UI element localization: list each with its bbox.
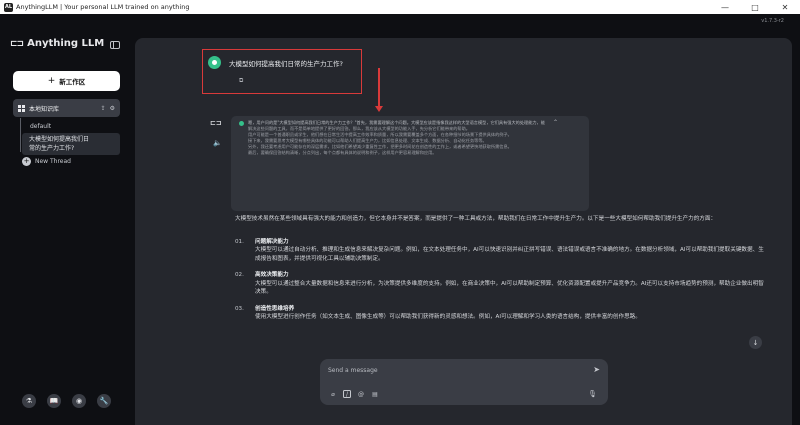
answer-list-item: 02. 高效决策能力 大模型可以通过整合大量数据和信息来进行分析，为决策提供多维… xyxy=(235,271,765,297)
item-text: 大模型可以通过自动分析、推理和生成信息来解决复杂问题。例如，在文本处理任务中，A… xyxy=(255,247,764,262)
window-title: AnythingLLM | Your personal LLM trained … xyxy=(16,3,190,11)
user-message-text: 大模型如何提高我们日常的生产力工作? xyxy=(229,59,343,68)
item-title: 高效决策能力 xyxy=(255,272,289,278)
thread-item-active[interactable]: 大模型如何提高我们日 常的生产力工作? xyxy=(22,133,120,155)
answer-list-item: 03. 创造性思维培养 使用大模型进行创作任务（如文本生成、图像生成等）可以帮助… xyxy=(235,305,765,322)
chat-panel: 大模型如何提高我们日常的生产力工作? ⧉ ⊏⊐ 🔈 嗯，用户问的是"大模型如何提… xyxy=(135,38,792,425)
thinking-status-dot xyxy=(239,121,244,126)
item-number: 02. xyxy=(235,272,244,278)
item-text: 大模型可以通过整合大量数据和信息来进行分析，为决策提供多维度的支持。例如，在商业… xyxy=(255,280,764,296)
new-workspace-button[interactable]: + 新工作区 xyxy=(13,71,120,91)
user-avatar xyxy=(208,56,221,69)
minimize-button[interactable]: — xyxy=(710,0,740,14)
workspace-label: 本地知识库 xyxy=(29,105,60,113)
community-hub-icon[interactable]: ⚗ xyxy=(22,394,36,408)
send-icon[interactable]: ➤ xyxy=(593,365,600,374)
item-text: 使用大模型进行创作任务（如文本生成、图像生成等）可以帮助我们获得新的灵感和想法。… xyxy=(255,314,641,320)
plus-icon: + xyxy=(47,76,56,86)
brand-logo: ⊏⊐ Anything LLM xyxy=(10,38,104,49)
assistant-answer: 大模型技术虽然在某些领域具有强大的能力和创造力，但它本身并不是答案，而是提供了一… xyxy=(235,215,765,330)
chevron-up-icon[interactable]: ⌃ xyxy=(553,120,558,126)
new-thread-label: New Thread xyxy=(35,158,71,165)
scroll-to-bottom-button[interactable]: ↓ xyxy=(749,336,762,349)
thread-item-default[interactable]: default xyxy=(30,123,51,130)
slash-command-icon[interactable]: / xyxy=(343,390,351,398)
sidebar-footer: ⚗ 📖 ◉ 🔧 xyxy=(22,394,111,408)
thinking-panel: 嗯，用户问的是"大模型如何提高我们日常的生产力工作？"首先，我需要理解这个问题。… xyxy=(231,116,589,211)
item-number: 01. xyxy=(235,238,244,245)
gear-icon[interactable]: ⚙ xyxy=(110,105,115,112)
brand-name: Anything LLM xyxy=(27,38,105,49)
new-thread-button[interactable]: + New Thread xyxy=(22,157,71,166)
anythingllm-logo-icon: ⊏⊐ xyxy=(10,38,24,49)
app-logo-icon: AL xyxy=(4,2,13,12)
message-composer: ➤ ⌀ / @ ▤ 🎙 xyxy=(320,359,608,405)
maximize-button[interactable]: □ xyxy=(740,0,770,14)
copy-icon[interactable]: ⧉ xyxy=(239,77,243,85)
docs-book-icon[interactable]: 📖 xyxy=(47,394,61,408)
message-input[interactable] xyxy=(328,364,578,376)
red-arrow-annotation xyxy=(375,68,383,112)
user-message-row: 大模型如何提高我们日常的生产力工作? xyxy=(208,56,343,69)
new-workspace-label: 新工作区 xyxy=(59,78,86,86)
microphone-icon[interactable]: 🎙 xyxy=(588,390,597,398)
workspace-grid-icon xyxy=(18,104,25,112)
window-right-edge xyxy=(792,38,800,425)
composer-toolbar: ⌀ / @ ▤ xyxy=(329,390,379,398)
discord-icon[interactable]: ◉ xyxy=(72,394,86,408)
close-button[interactable]: ✕ xyxy=(770,0,800,14)
speaker-icon[interactable]: 🔈 xyxy=(213,139,222,147)
item-title: 创造性思维培养 xyxy=(255,305,295,312)
version-label: v1.7.3-r2 xyxy=(761,18,784,24)
window-titlebar: AL AnythingLLM | Your personal LLM train… xyxy=(0,0,800,14)
answer-list-item: 01. 问题解决能力 大模型可以通过自动分析、推理和生成信息来解决复杂问题。例如… xyxy=(235,238,765,264)
item-number: 03. xyxy=(235,305,244,312)
answer-intro: 大模型技术虽然在某些领域具有强大的能力和创造力，但它本身并不是答案，而是提供了一… xyxy=(235,216,717,222)
bot-avatar-icon: ⊏⊐ xyxy=(210,119,222,127)
settings-wrench-icon[interactable]: 🔧 xyxy=(97,394,111,408)
thread-tree-line xyxy=(20,118,21,152)
thread-title-line1: 大模型如何提高我们日 xyxy=(29,136,90,143)
thinking-line: 最后，要确保回答结构清晰，分点列出，每个点都有具体的说明和例子，这样用户更容易理… xyxy=(248,150,437,155)
workspace-item-local-kb[interactable]: 本地知识库 ⇪ ⚙ xyxy=(13,99,120,117)
paperclip-icon[interactable]: ⌀ xyxy=(329,390,337,398)
upload-icon[interactable]: ⇪ xyxy=(101,105,106,112)
agent-at-icon[interactable]: @ xyxy=(357,390,365,398)
thread-title-line2: 常的生产力工作? xyxy=(29,145,75,152)
item-title: 问题解决能力 xyxy=(255,238,289,245)
circle-plus-icon: + xyxy=(22,157,31,166)
sidebar-toggle-icon[interactable] xyxy=(110,41,120,49)
text-size-icon[interactable]: ▤ xyxy=(371,390,379,398)
